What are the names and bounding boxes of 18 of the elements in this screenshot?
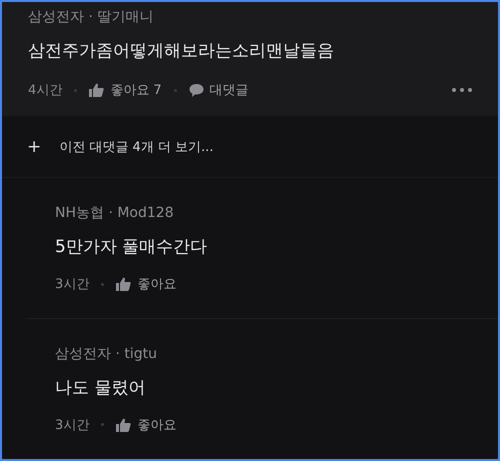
comment-time: 4시간 [28,82,62,99]
comment-author: 삼성전자 · 딸기매니 [28,8,154,26]
reply-author: 삼성전자 · tigtu [55,344,158,363]
comment-text: 삼전주가좀어떻게해보라는소리맨날들음 [28,40,335,62]
reply-time: 3시간 [55,416,90,434]
reply-button[interactable]: 대댓글 [188,81,249,99]
reply-text: 나도 물렸어 [55,376,146,399]
reply-text: 5만가자 풀매수간다 [55,236,208,258]
like-button[interactable]: 좋아요 [116,416,176,434]
reply-author: NH농협 · Mod128 [55,204,175,222]
thumbs-up-icon [116,418,132,432]
like-button[interactable]: 좋아요 7 [89,81,162,99]
load-more-replies-button[interactable]: + 이전 대댓글 4개 더 보기... [2,116,498,178]
thumbs-up-icon [89,83,104,97]
thumbs-up-icon [116,277,132,292]
speech-bubble-icon [188,83,204,97]
reply-time: 3시간 [55,276,90,294]
like-button[interactable]: 좋아요 [116,275,176,294]
